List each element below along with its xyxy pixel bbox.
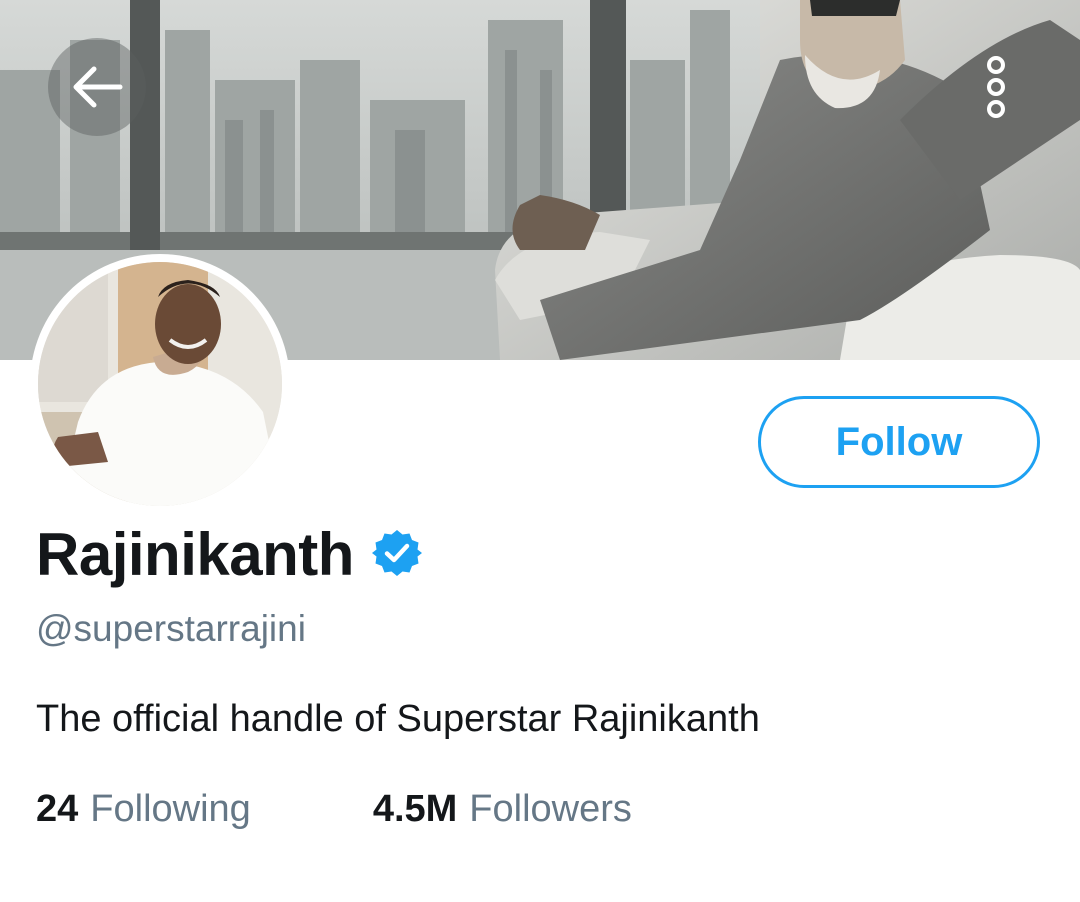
avatar[interactable] <box>30 254 290 514</box>
more-options-button[interactable] <box>956 38 1036 136</box>
following-stat[interactable]: 24 Following <box>36 788 251 831</box>
avatar-image <box>38 262 282 506</box>
back-arrow-icon <box>73 66 123 108</box>
more-options-icon <box>987 56 1005 118</box>
profile-bio: The official handle of Superstar Rajinik… <box>36 698 760 740</box>
verified-badge-icon <box>371 530 422 576</box>
profile-stats: 24 Following 4.5M Followers <box>36 788 632 831</box>
followers-label: Followers <box>469 788 632 830</box>
following-count: 24 <box>36 788 79 830</box>
follow-button[interactable]: Follow <box>758 396 1040 488</box>
followers-stat[interactable]: 4.5M Followers <box>373 788 632 831</box>
followers-count: 4.5M <box>372 788 458 830</box>
user-handle: @superstarrajini <box>36 608 306 649</box>
name-row: Rajinikanth <box>36 518 422 590</box>
follow-button-label: Follow <box>835 419 963 464</box>
profile-page: Follow Rajinikanth @superstarrajini The … <box>0 0 1080 902</box>
back-button[interactable] <box>48 38 146 136</box>
following-label: Following <box>90 788 251 830</box>
display-name: Rajinikanth <box>36 520 354 588</box>
